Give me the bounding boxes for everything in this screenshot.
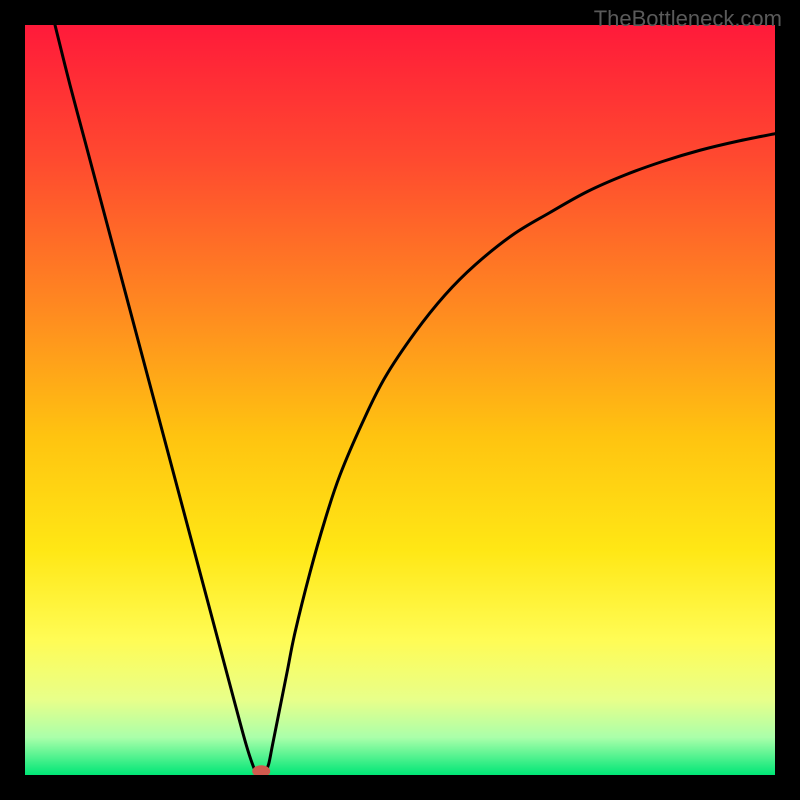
- chart-frame: [25, 25, 775, 775]
- chart-svg: [25, 25, 775, 775]
- watermark-text: TheBottleneck.com: [594, 6, 782, 32]
- gradient-background: [25, 25, 775, 775]
